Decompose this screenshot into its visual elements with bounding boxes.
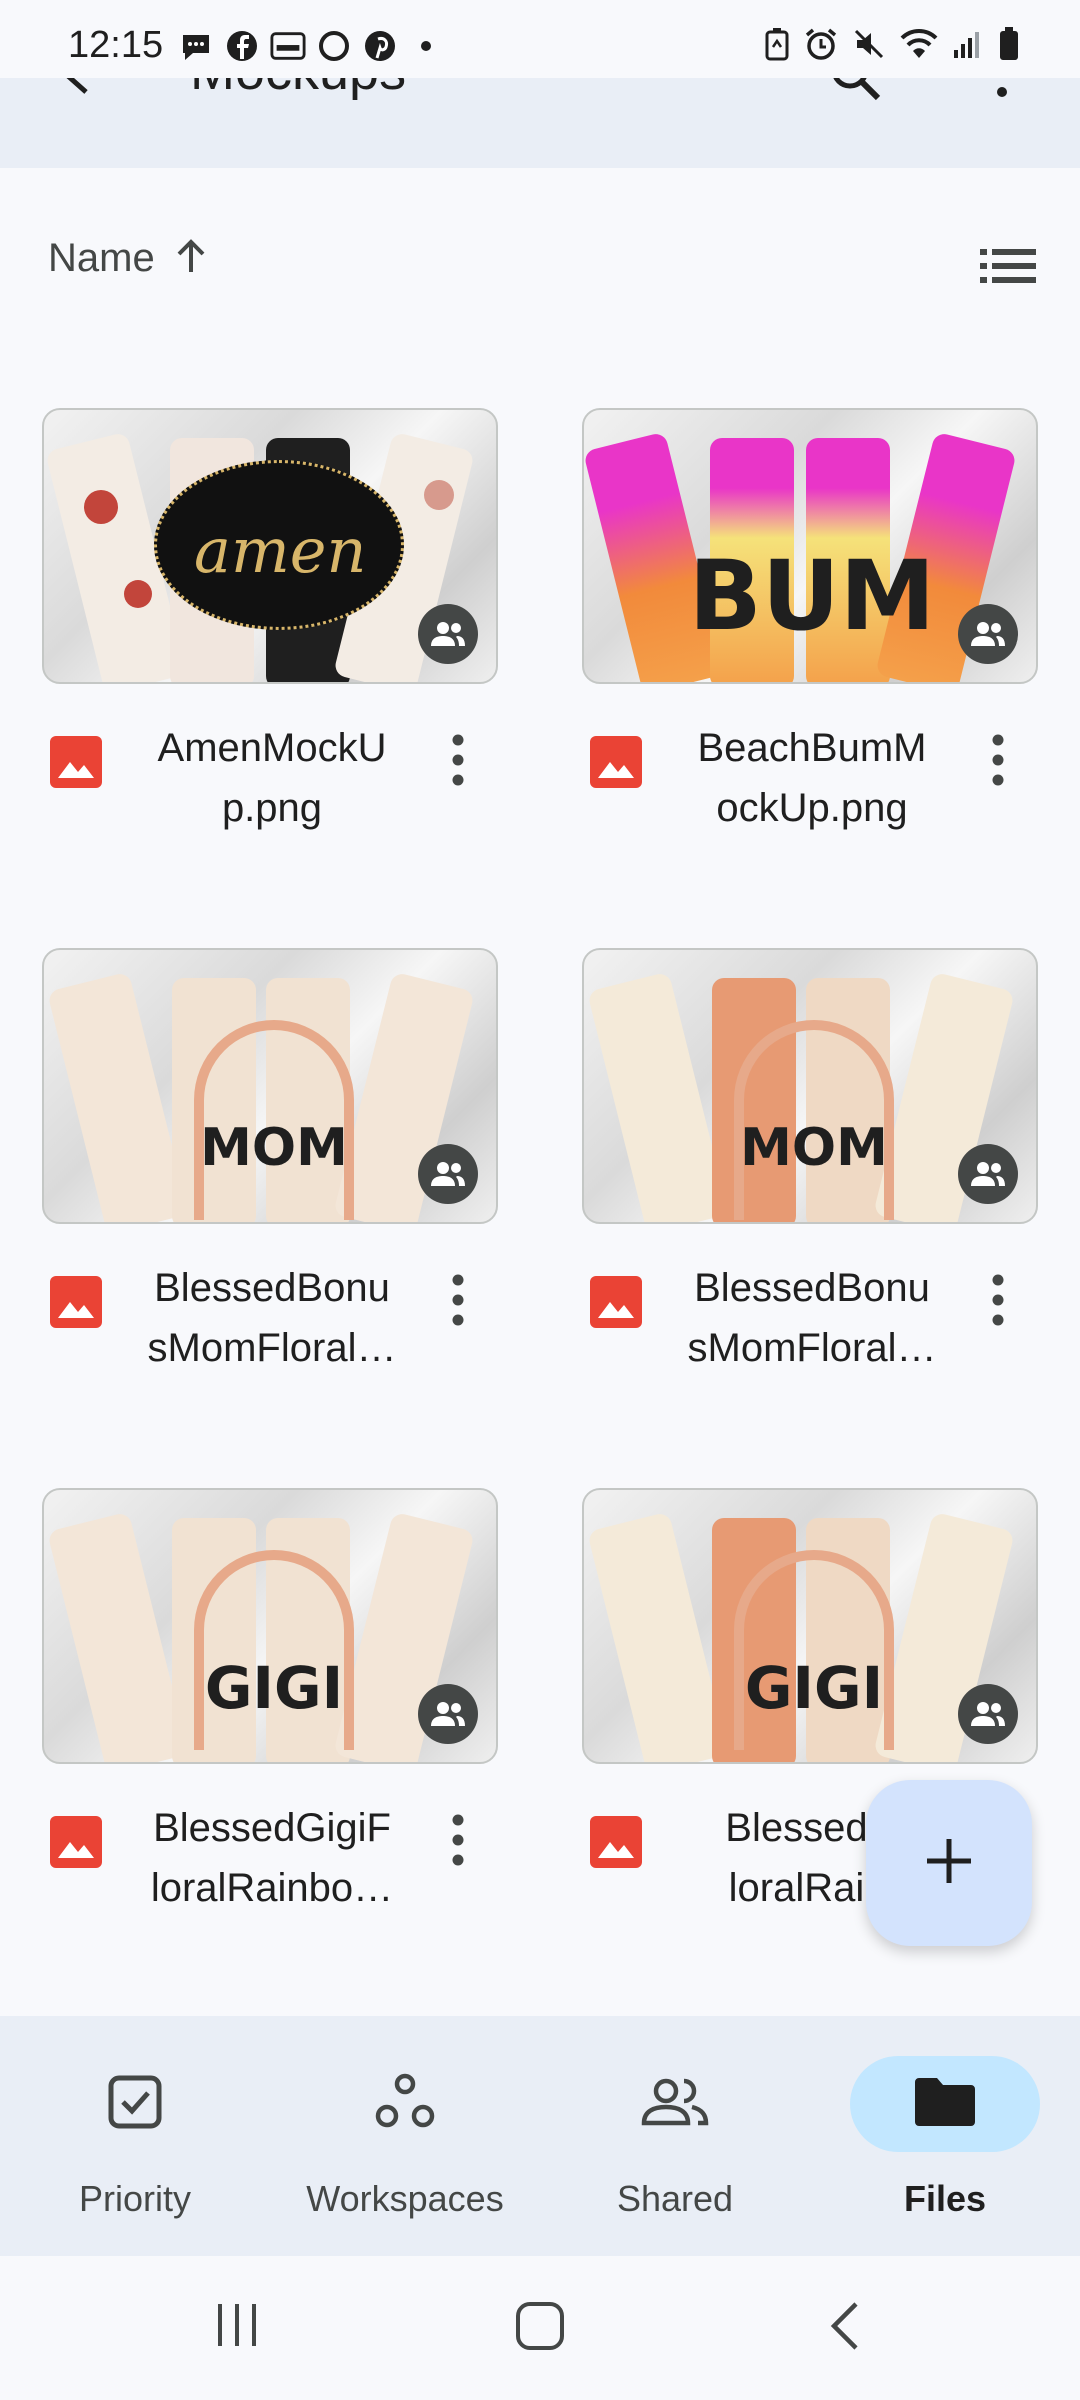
file-card[interactable]: BUM BeachBumM ockUp.png xyxy=(582,408,1038,830)
file-name[interactable]: BlessedBonu sMomFloral… xyxy=(138,1258,406,1378)
file-thumbnail[interactable]: GIGI xyxy=(42,1488,498,1764)
file-meta: BlessedBonu sMomFloral… xyxy=(582,1248,1038,1388)
file-thumbnail[interactable]: GIGI xyxy=(582,1488,1038,1764)
threads-icon xyxy=(316,28,352,64)
back-icon[interactable] xyxy=(826,2300,866,2357)
priority-check-icon xyxy=(107,2074,163,2135)
signal-icon xyxy=(952,28,984,65)
system-navigation-bar xyxy=(0,2256,1080,2400)
shared-badge-icon xyxy=(958,1144,1018,1204)
image-file-icon xyxy=(48,1814,104,1875)
status-time: 12:15 xyxy=(68,24,164,66)
nav-workspaces[interactable]: Workspaces xyxy=(270,2056,540,2220)
sort-label: Name xyxy=(48,236,155,280)
workspaces-icon xyxy=(373,2072,437,2137)
file-thumbnail[interactable]: MOM xyxy=(582,948,1038,1224)
shared-badge-icon xyxy=(418,1144,478,1204)
nav-label: Shared xyxy=(616,2178,734,2219)
image-file-icon xyxy=(588,734,644,795)
more-options-icon[interactable] xyxy=(990,1272,1006,1333)
wifi-icon xyxy=(900,28,938,65)
recent-apps-icon[interactable] xyxy=(212,2300,262,2355)
thumbnail-text: MOM xyxy=(740,1118,888,1178)
thumbnail-text: GIGI xyxy=(204,1654,344,1722)
nav-label: Workspaces xyxy=(306,2178,504,2219)
arrow-up-icon xyxy=(173,236,209,281)
file-thumbnail[interactable]: amen xyxy=(42,408,498,684)
more-options-icon[interactable] xyxy=(990,732,1006,793)
thumbnail-text: amen xyxy=(194,514,367,587)
notification-icons xyxy=(178,28,444,64)
file-name[interactable]: AmenMockU p.png xyxy=(138,718,406,838)
sort-control[interactable]: Name xyxy=(48,236,209,281)
facebook-icon xyxy=(224,28,260,64)
folder-icon xyxy=(913,2076,977,2133)
file-card[interactable]: MOM BlessedBonu sMomFloral… xyxy=(582,948,1038,1370)
battery-saver-icon xyxy=(764,27,790,66)
battery-icon xyxy=(998,26,1020,67)
nav-files[interactable]: Files xyxy=(810,2056,1080,2220)
file-meta: BeachBumM ockUp.png xyxy=(582,708,1038,848)
message-icon xyxy=(178,28,214,64)
system-status-icons xyxy=(764,26,1020,67)
file-card[interactable]: MOM BlessedBonu sMomFloral… xyxy=(42,948,498,1370)
file-card[interactable]: amen AmenMockU p.png xyxy=(42,408,498,830)
image-file-icon xyxy=(588,1814,644,1875)
list-view-icon[interactable] xyxy=(980,246,1036,291)
file-name[interactable]: BeachBumM ockUp.png xyxy=(678,718,946,838)
file-name[interactable]: BlessedGigiF loralRainbo… xyxy=(138,1798,406,1918)
file-meta: BlessedGigiF loralRainbo… xyxy=(42,1788,498,1928)
nav-priority[interactable]: Priority xyxy=(0,2056,270,2220)
home-icon[interactable] xyxy=(514,2300,566,2357)
more-options-icon[interactable] xyxy=(450,732,466,793)
more-options-icon[interactable] xyxy=(450,1272,466,1333)
temu-icon xyxy=(270,28,306,64)
shared-badge-icon xyxy=(418,1684,478,1744)
image-file-icon xyxy=(48,1274,104,1335)
thumbnail-text: BUM xyxy=(688,540,936,652)
file-thumbnail[interactable]: MOM xyxy=(42,948,498,1224)
more-options-icon[interactable] xyxy=(450,1812,466,1873)
shared-badge-icon xyxy=(958,1684,1018,1744)
dot-icon xyxy=(408,28,444,64)
people-icon xyxy=(640,2077,710,2132)
alarm-icon xyxy=(804,27,838,66)
image-file-icon xyxy=(48,734,104,795)
nav-label: Priority xyxy=(78,2178,191,2219)
mute-icon xyxy=(852,27,886,66)
thumbnail-text: GIGI xyxy=(744,1654,884,1722)
nav-label: Files xyxy=(903,2178,987,2219)
nav-shared[interactable]: Shared xyxy=(540,2056,810,2220)
file-meta: BlessedBonu sMomFloral… xyxy=(42,1248,498,1388)
file-card[interactable]: GIGI BlessedGigiF loralRainbo… xyxy=(42,1488,498,1910)
image-file-icon xyxy=(588,1274,644,1335)
file-thumbnail[interactable]: BUM xyxy=(582,408,1038,684)
pinterest-icon xyxy=(362,28,398,64)
shared-badge-icon xyxy=(418,604,478,664)
file-name[interactable]: BlessedBonu sMomFloral… xyxy=(678,1258,946,1378)
file-meta: AmenMockU p.png xyxy=(42,708,498,848)
new-button[interactable] xyxy=(866,1780,1032,1946)
status-bar: 12:15 xyxy=(0,0,1080,78)
file-card[interactable]: GIGI BlessedG loralRainl xyxy=(582,1488,1038,1910)
bottom-navigation: Priority Workspaces Shared Files xyxy=(0,2016,1080,2256)
plus-icon xyxy=(921,1833,977,1894)
shared-badge-icon xyxy=(958,604,1018,664)
thumbnail-text: MOM xyxy=(200,1118,348,1178)
